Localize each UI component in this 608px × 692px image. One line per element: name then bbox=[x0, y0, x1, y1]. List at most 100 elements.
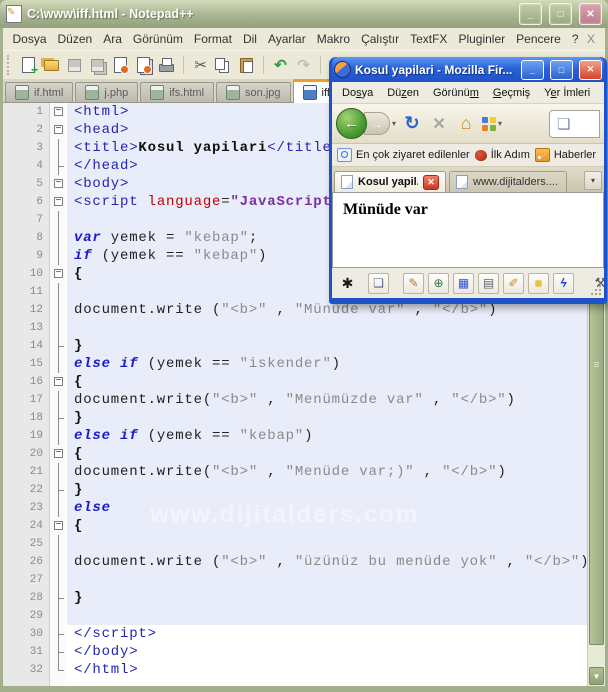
fold-marker[interactable] bbox=[51, 193, 67, 211]
code-line[interactable]: 17 document.write("<b>" , "Menümüzde var"… bbox=[3, 391, 587, 409]
npp-tab-2[interactable]: ifs.html bbox=[140, 82, 215, 102]
ff-menu-item-4[interactable]: Yer İmleri bbox=[537, 87, 597, 99]
npp-menu-item-7[interactable]: Makro bbox=[311, 32, 355, 46]
ff-minimize-button[interactable]: _ bbox=[521, 59, 544, 80]
eraser-icon[interactable]: ✐ bbox=[503, 272, 524, 294]
globe-icon[interactable]: ⊕ bbox=[428, 272, 449, 294]
close-file-icon[interactable] bbox=[111, 56, 130, 75]
npp-menu-item-9[interactable]: TextFX bbox=[405, 32, 453, 46]
history-dropdown-icon[interactable]: ▾ bbox=[392, 119, 396, 128]
location-bar[interactable]: ❏ bbox=[549, 109, 600, 138]
ff-menu-item-0[interactable]: Dosya bbox=[335, 87, 380, 99]
code-line[interactable]: 26 document.write ("<b>" , "üzünüz bu men… bbox=[3, 553, 587, 571]
undo-icon[interactable]: ↶ bbox=[271, 56, 290, 75]
npp-menu-item-1[interactable]: Düzen bbox=[52, 32, 98, 46]
code-line[interactable]: 24 { bbox=[3, 517, 587, 535]
save-all-icon[interactable] bbox=[88, 56, 107, 75]
code-line[interactable]: 20 { bbox=[3, 445, 587, 463]
printer-icon[interactable]: ▤ bbox=[478, 272, 499, 294]
quickdial-grid-icon[interactable] bbox=[482, 116, 497, 131]
fold-marker[interactable] bbox=[51, 265, 67, 283]
scroll-down-icon[interactable]: ▼ bbox=[589, 667, 604, 685]
fold-marker[interactable] bbox=[51, 445, 67, 463]
bug-icon[interactable]: ✱ bbox=[337, 273, 358, 294]
tab-list-dropdown-icon[interactable]: ▾ bbox=[584, 171, 602, 190]
lightning-icon[interactable]: ϟ bbox=[553, 272, 574, 294]
copy-icon[interactable] bbox=[214, 56, 233, 75]
notepadpp-titlebar[interactable]: C:\www\iff.html - Notepad++ _ □ ✕ bbox=[0, 0, 608, 28]
ff-tab-1[interactable]: www.dijitalders.... bbox=[449, 171, 567, 192]
home-button[interactable]: ⌂ bbox=[455, 113, 477, 134]
reload-button[interactable]: ↻ bbox=[401, 113, 423, 134]
code-line[interactable]: 25 bbox=[3, 535, 587, 553]
code-line[interactable]: 18} bbox=[3, 409, 587, 427]
npp-menu-item-4[interactable]: Format bbox=[188, 32, 237, 46]
floppy-icon[interactable]: ▦ bbox=[453, 272, 474, 294]
tab-close-icon[interactable]: ✕ bbox=[423, 174, 439, 190]
ff-tab-0[interactable]: Kosul yapil... ✕ bbox=[334, 171, 446, 192]
code-line[interactable]: 23 else bbox=[3, 499, 587, 517]
npp-tab-0[interactable]: if.html bbox=[5, 82, 74, 102]
fold-marker[interactable] bbox=[51, 175, 67, 193]
document-close-icon[interactable]: X bbox=[587, 32, 601, 46]
ff-close-button[interactable]: ✕ bbox=[579, 59, 602, 80]
fold-marker[interactable] bbox=[51, 517, 67, 535]
maximize-button[interactable]: □ bbox=[549, 3, 572, 25]
npp-tab-3[interactable]: son.jpg bbox=[216, 82, 291, 102]
pencil-icon[interactable]: ✎ bbox=[403, 272, 424, 294]
code-line[interactable]: 13 bbox=[3, 319, 587, 337]
close-all-icon[interactable] bbox=[134, 56, 153, 75]
code-line[interactable]: 22} bbox=[3, 481, 587, 499]
stop-button[interactable]: ✕ bbox=[428, 114, 450, 134]
ff-menu-item-3[interactable]: Geçmiş bbox=[486, 87, 537, 99]
ff-menu-item-5[interactable]: Araçlar bbox=[597, 87, 604, 99]
npp-menu-item-0[interactable]: Dosya bbox=[7, 32, 52, 46]
ff-menu-item-2[interactable]: Görünüm bbox=[426, 87, 486, 99]
npp-menu-item-5[interactable]: Dil bbox=[237, 32, 262, 46]
npp-menu-item-8[interactable]: Çalıştır bbox=[356, 32, 405, 46]
print-icon[interactable] bbox=[157, 56, 176, 75]
new-page-icon[interactable]: ❏ bbox=[368, 272, 389, 294]
npp-menu-item-10[interactable]: Pluginler bbox=[453, 32, 511, 46]
npp-menu-item-2[interactable]: Ara bbox=[98, 32, 128, 46]
code-line[interactable]: 32 </html> bbox=[3, 661, 587, 679]
bookmark-item-1[interactable]: İlk Adım bbox=[474, 149, 530, 161]
paste-icon[interactable] bbox=[237, 56, 256, 75]
code-line[interactable]: 15 else if (yemek == "iskender") bbox=[3, 355, 587, 373]
code-line[interactable]: 19 else if (yemek == "kebap") bbox=[3, 427, 587, 445]
close-button[interactable]: ✕ bbox=[579, 3, 602, 25]
note-icon[interactable]: ■ bbox=[528, 272, 549, 294]
npp-menu-item-11[interactable]: Pencere bbox=[511, 32, 567, 46]
back-button[interactable]: ← bbox=[336, 108, 367, 139]
code-line[interactable]: 21 document.write("<b>" , "Menüde var;)" … bbox=[3, 463, 587, 481]
resize-grip[interactable] bbox=[589, 283, 601, 295]
code-line[interactable]: 14} bbox=[3, 337, 587, 355]
npp-menu-item-6[interactable]: Ayarlar bbox=[262, 32, 311, 46]
fold-marker[interactable] bbox=[51, 373, 67, 391]
code-line[interactable]: 27 bbox=[3, 571, 587, 589]
npp-tab-1[interactable]: j.php bbox=[75, 82, 139, 102]
code-line[interactable]: 31 </body> bbox=[3, 643, 587, 661]
cut-icon[interactable]: ✂ bbox=[191, 56, 210, 75]
redo-icon[interactable]: ↷ bbox=[294, 56, 313, 75]
code-line[interactable]: 16 { bbox=[3, 373, 587, 391]
bookmark-item-0[interactable]: En çok ziyaret edilenler bbox=[337, 148, 470, 162]
ff-maximize-button[interactable]: □ bbox=[550, 59, 573, 80]
npp-menu-item-12[interactable]: ? bbox=[566, 32, 584, 46]
minimize-button[interactable]: _ bbox=[519, 3, 542, 25]
new-file-icon[interactable] bbox=[19, 56, 38, 77]
firefox-titlebar[interactable]: Kosul yapilari - Mozilla Fir... _ □ ✕ bbox=[332, 57, 604, 82]
code-line[interactable]: 30 </script> bbox=[3, 625, 587, 643]
open-file-icon[interactable] bbox=[42, 56, 61, 75]
fold-marker[interactable] bbox=[51, 103, 67, 121]
grid-dropdown-icon[interactable]: ▾ bbox=[498, 119, 502, 128]
save-icon[interactable] bbox=[65, 56, 84, 75]
npp-menu-item-3[interactable]: Görünüm bbox=[127, 32, 188, 46]
code-line[interactable]: 28} bbox=[3, 589, 587, 607]
ff-menu-item-1[interactable]: Düzen bbox=[380, 87, 426, 99]
forward-button[interactable]: → bbox=[364, 112, 390, 135]
scrollbar-thumb[interactable] bbox=[589, 299, 604, 645]
fold-marker[interactable] bbox=[51, 121, 67, 139]
code-line[interactable]: 29 bbox=[3, 607, 587, 625]
bookmark-item-2[interactable]: Haberler bbox=[534, 148, 596, 162]
